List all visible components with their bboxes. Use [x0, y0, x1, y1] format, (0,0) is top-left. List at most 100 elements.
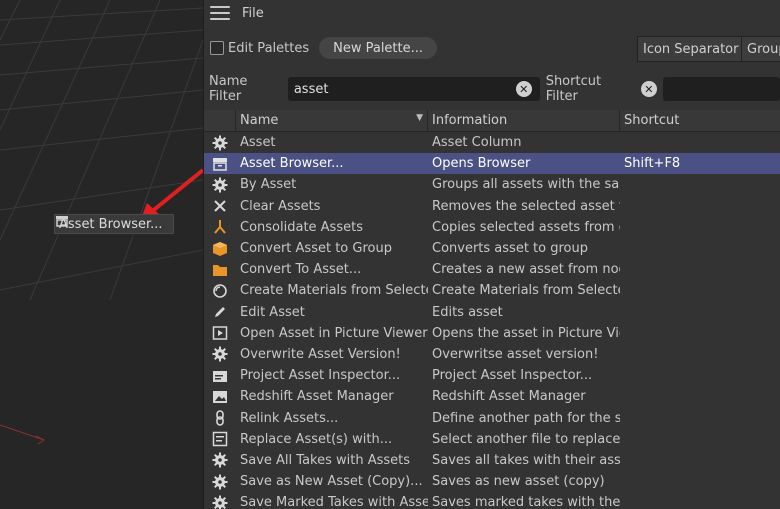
clear-shortcut-filter-icon[interactable]: ✕ [641, 81, 657, 97]
command-name: Relink Assets... [240, 410, 339, 426]
command-info: Groups all assets with the same [432, 177, 620, 193]
shortcut-filter-label: Shortcut Filter [545, 74, 602, 104]
command-info: Saves as new asset (copy) [432, 474, 605, 490]
command-name: Save as New Asset (Copy)... [240, 474, 423, 490]
gear-icon [204, 452, 236, 468]
command-info: Asset Column [432, 135, 522, 151]
command-name: Asset Browser... [240, 156, 344, 172]
box-icon [204, 241, 236, 257]
gear-icon [204, 135, 236, 151]
command-name: Convert Asset to Group [240, 241, 392, 257]
name-column-header[interactable]: Name ▼ [236, 109, 428, 132]
table-row[interactable]: Consolidate Assets Copies selected assets… [204, 217, 780, 238]
command-name: Project Asset Inspector... [240, 368, 401, 384]
table-row[interactable]: Open Asset in Picture Viewer Opens the as… [204, 323, 780, 344]
command-name: Convert To Asset... [240, 262, 362, 278]
table-row[interactable]: Convert To Asset... Creates a new asset f… [204, 259, 780, 280]
command-info: Project Asset Inspector... [432, 368, 593, 384]
command-name: Create Materials from Selected [240, 283, 428, 299]
command-name: Clear Assets [240, 198, 321, 214]
edit-palettes-toggle[interactable]: Edit Palettes [210, 41, 309, 56]
table-row[interactable]: Save All Takes with Assets Saves all take… [204, 450, 780, 471]
close-icon [204, 198, 236, 214]
command-name: Edit Asset [240, 304, 305, 320]
commands-table: Name ▼ Information Shortcut Asset Asset C… [204, 109, 780, 509]
menu-bar: File [204, 0, 780, 26]
command-info: Converts asset to group [432, 241, 588, 257]
group-button[interactable]: Group [741, 36, 780, 62]
palette-toolbar: Edit Palettes New Palette... Icon Separa… [204, 26, 780, 70]
3d-viewport[interactable]: Asset Browser... [0, 0, 203, 509]
command-info: Define another path for the sel [432, 410, 620, 426]
table-row[interactable]: Clear Assets Removes the selected asset f… [204, 196, 780, 217]
gear-icon [204, 474, 236, 490]
command-name: Open Asset in Picture Viewer [240, 325, 428, 341]
edit-palettes-checkbox[interactable] [210, 41, 224, 55]
file-menu[interactable]: File [242, 6, 264, 21]
table-row[interactable]: Edit Asset Edits asset [204, 302, 780, 323]
table-row[interactable]: By Asset Groups all assets with the same [204, 174, 780, 195]
command-info: Create Materials from Selected [432, 283, 620, 299]
clear-name-filter-icon[interactable]: ✕ [515, 81, 532, 97]
merge-icon [204, 219, 236, 235]
command-info: Opens Browser [432, 156, 531, 172]
viewport-grid [0, 0, 203, 445]
table-row[interactable]: Asset Asset Column [204, 132, 780, 153]
replace-icon [204, 431, 236, 447]
dragged-item-label: Asset Browser... [59, 216, 163, 232]
link-icon [204, 410, 236, 426]
table-row[interactable]: Save Marked Takes with Assets Saves marke… [204, 492, 780, 509]
command-name: Save Marked Takes with Assets [240, 495, 428, 509]
table-row[interactable]: Convert Asset to Group Converts asset to … [204, 238, 780, 259]
command-info: Opens the asset in Picture View [432, 325, 620, 341]
table-row[interactable]: Asset Browser... Opens Browser Shift+F8 [204, 153, 780, 175]
commander-panel: File Edit Palettes New Palette... Icon S… [203, 0, 780, 509]
gear-icon [204, 177, 236, 193]
picture-viewer-icon [204, 325, 236, 341]
name-filter-input[interactable]: asset ✕ [287, 77, 540, 101]
inspector-icon [204, 368, 236, 384]
command-shortcut: Shift+F8 [624, 156, 681, 172]
table-row[interactable]: Replace Asset(s) with... Select another f… [204, 429, 780, 450]
command-name: Replace Asset(s) with... [240, 431, 393, 447]
folder-icon [204, 262, 236, 278]
material-icon [204, 283, 236, 299]
table-row[interactable]: Overwrite Asset Version! Overwritse asset… [204, 344, 780, 365]
icon-column-header [204, 109, 236, 132]
command-info: Removes the selected asset fro [432, 198, 620, 214]
table-header: Name ▼ Information Shortcut [204, 109, 780, 132]
name-filter-label: Name Filter [209, 74, 248, 104]
information-column-header[interactable]: Information [428, 109, 620, 132]
command-name: By Asset [240, 177, 297, 193]
shortcut-filter-input[interactable] [662, 77, 780, 101]
pencil-icon [204, 304, 236, 320]
command-name: Redshift Asset Manager [240, 389, 394, 405]
command-info: Copies selected assets from dif [432, 219, 620, 235]
shortcut-column-header[interactable]: Shortcut [620, 110, 780, 132]
command-name: Consolidate Assets [240, 219, 363, 235]
command-info: Saves all takes with their assets [432, 452, 620, 468]
command-name: Save All Takes with Assets [240, 452, 411, 468]
icon-separator-button[interactable]: Icon Separator [637, 36, 745, 62]
new-palette-button[interactable]: New Palette... [319, 37, 438, 59]
command-info: Select another file to replace th [432, 431, 620, 447]
gear-icon [204, 495, 236, 509]
image-icon [204, 389, 236, 405]
gear-icon [204, 346, 236, 362]
command-name: Asset [240, 135, 276, 151]
sort-down-icon: ▼ [416, 112, 423, 123]
table-row[interactable]: Redshift Asset Manager Redshift Asset Man… [204, 386, 780, 407]
command-info: Redshift Asset Manager [432, 389, 586, 405]
hamburger-icon[interactable] [210, 6, 230, 20]
table-row[interactable]: Save as New Asset (Copy)... Saves as new … [204, 471, 780, 492]
edit-palettes-label: Edit Palettes [228, 40, 310, 56]
dragged-asset-browser-item[interactable]: Asset Browser... [54, 214, 174, 234]
table-row[interactable]: Create Materials from Selected Create Mat… [204, 280, 780, 301]
command-info: Creates a new asset from node [432, 262, 620, 278]
table-row[interactable]: Project Asset Inspector... Project Asset … [204, 365, 780, 386]
name-filter-value: asset [293, 81, 329, 97]
command-info: Overwritse asset version! [432, 346, 599, 362]
table-row[interactable]: Relink Assets... Define another path for … [204, 407, 780, 428]
table-body: Asset Asset Column Asset Browser... Opens B… [204, 132, 780, 509]
filter-bar: Name Filter asset ✕ Shortcut Filter ✕ [204, 70, 780, 108]
